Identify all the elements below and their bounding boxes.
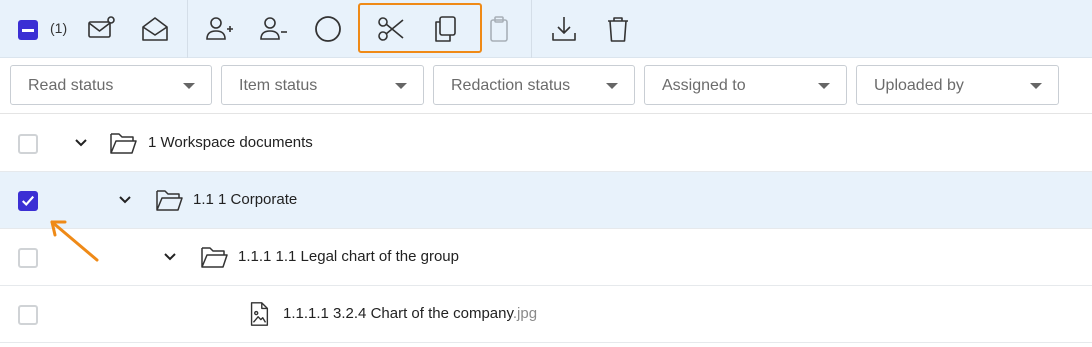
item-status-filter[interactable]: Item status: [221, 65, 424, 105]
row-checkbox[interactable]: [18, 305, 38, 325]
chevron-down-icon[interactable]: [117, 192, 133, 208]
uploaded-by-filter[interactable]: Uploaded by: [856, 65, 1059, 105]
checkmark-icon: [22, 195, 35, 207]
folder-open-icon: [201, 247, 228, 268]
filter-label: Redaction status: [451, 77, 571, 94]
clipboard-icon: [490, 16, 508, 42]
image-file-icon: [250, 302, 269, 326]
dropdown-caret-icon: [818, 83, 830, 89]
toolbar: (1): [0, 0, 1092, 58]
tree-row[interactable]: 1 Workspace documents: [0, 115, 1092, 172]
row-checkbox[interactable]: [18, 134, 38, 154]
copy-button[interactable]: [427, 11, 463, 47]
dropdown-caret-icon: [183, 83, 195, 89]
download-button[interactable]: [546, 11, 582, 47]
chevron-down-icon[interactable]: [73, 135, 89, 151]
tree-row[interactable]: 1.1.1 1.1 Legal chart of the group: [0, 229, 1092, 286]
add-user-button[interactable]: [201, 11, 237, 47]
mark-read-button[interactable]: [137, 11, 173, 47]
add-user-icon: [206, 17, 233, 40]
copy-icon: [435, 16, 456, 42]
trash-icon: [608, 17, 628, 42]
row-label: 1.1.1 1.1 Legal chart of the group: [238, 248, 459, 265]
dropdown-caret-icon: [1030, 83, 1042, 89]
remove-user-button[interactable]: [255, 11, 291, 47]
tree-row[interactable]: 1.1 1 Corporate: [0, 172, 1092, 229]
filter-label: Read status: [28, 77, 114, 94]
assigned-to-filter[interactable]: Assigned to: [644, 65, 847, 105]
remove-user-icon: [260, 17, 287, 40]
selected-count: (1): [50, 20, 68, 36]
paste-button[interactable]: [481, 11, 517, 47]
row-label: 1.1.1.1 3.2.4 Chart of the company.jpg: [283, 305, 537, 322]
row-label: 1.1 1 Corporate: [193, 191, 298, 208]
file-name: 1.1.1.1 3.2.4 Chart of the company: [283, 305, 513, 322]
folder-open-icon: [156, 190, 183, 211]
redaction-status-filter[interactable]: Redaction status: [433, 65, 635, 105]
dropdown-caret-icon: [395, 83, 407, 89]
delete-button[interactable]: [600, 11, 636, 47]
row-checkbox[interactable]: [18, 248, 38, 268]
read-status-filter[interactable]: Read status: [10, 65, 212, 105]
open-mail-icon: [142, 17, 168, 41]
filter-label: Assigned to: [662, 77, 746, 94]
row-label: 1 Workspace documents: [148, 134, 313, 151]
circle-icon: [315, 16, 341, 42]
unread-mail-icon: [88, 16, 115, 38]
select-all-checkbox[interactable]: [18, 20, 38, 40]
row-checkbox-checked[interactable]: [18, 191, 38, 211]
cut-button[interactable]: [373, 11, 409, 47]
dropdown-caret-icon: [606, 83, 618, 89]
chevron-down-icon[interactable]: [162, 249, 178, 265]
scissors-icon: [378, 17, 404, 41]
filter-bar: Read status Item status Redaction status…: [0, 58, 1092, 114]
mark-unread-button[interactable]: [83, 11, 119, 47]
file-extension: .jpg: [512, 305, 538, 322]
download-icon: [552, 17, 576, 41]
status-circle-button[interactable]: [310, 11, 346, 47]
tree-row[interactable]: 1.1.1.1 3.2.4 Chart of the company.jpg: [0, 286, 1092, 343]
folder-open-icon: [110, 133, 137, 154]
filter-label: Item status: [239, 77, 318, 94]
filter-label: Uploaded by: [874, 77, 964, 94]
